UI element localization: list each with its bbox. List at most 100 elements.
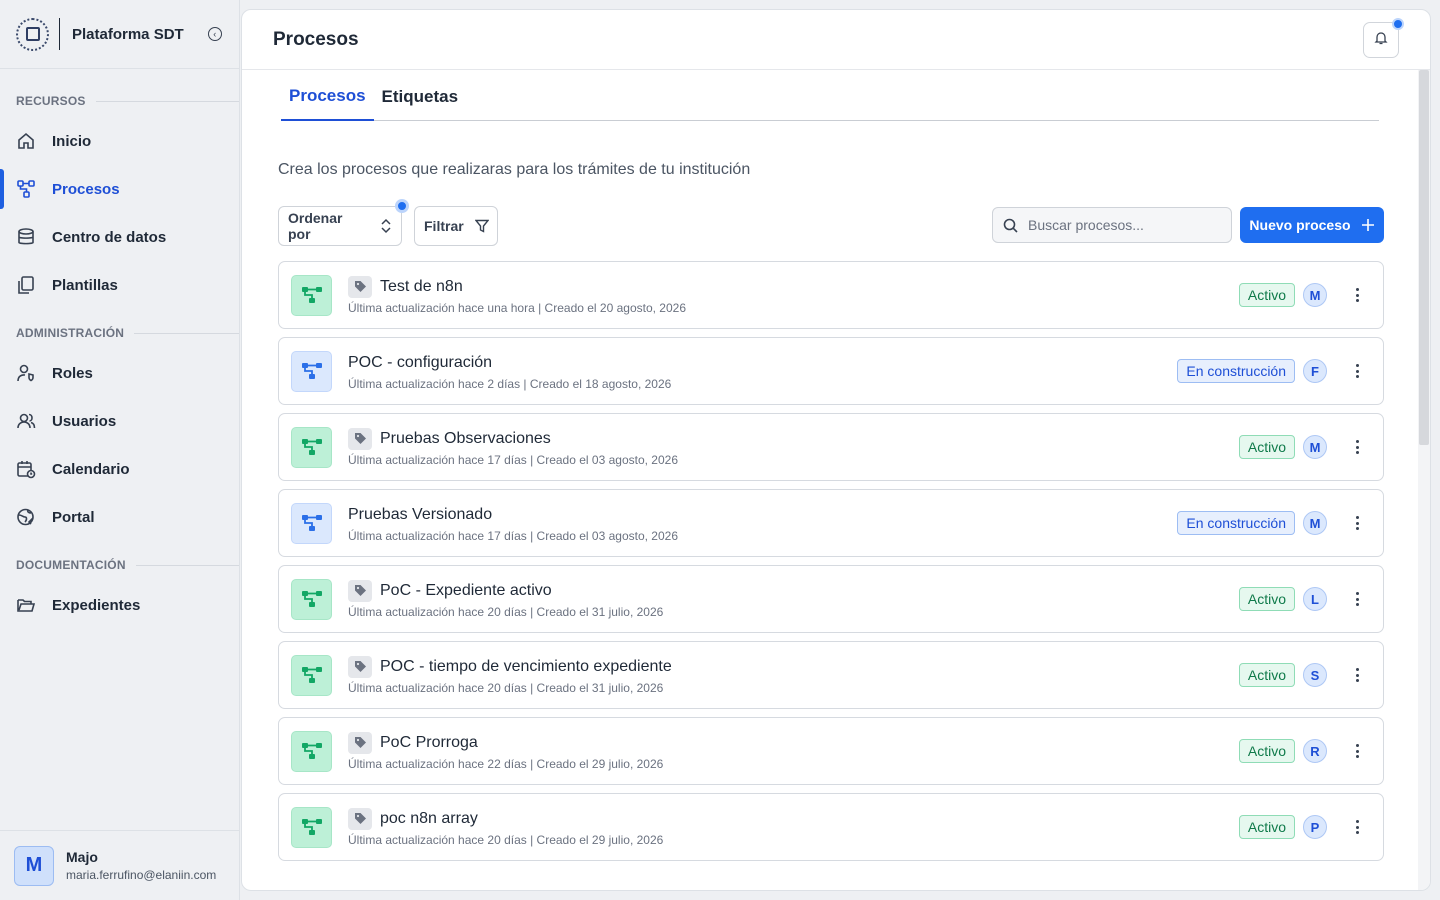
process-actions: En construcción F: [1177, 359, 1363, 383]
tag-icon[interactable]: [348, 655, 372, 678]
tabs: Procesos Etiquetas: [281, 70, 1379, 121]
scrollbar[interactable]: [1418, 70, 1430, 890]
filter-button[interactable]: Filtrar: [414, 206, 498, 246]
process-actions: Activo M: [1238, 435, 1363, 459]
process-meta: Última actualización hace 17 días | Crea…: [348, 452, 678, 467]
globe-icon: [16, 507, 36, 527]
owner-avatar: M: [1303, 435, 1327, 459]
more-options-icon[interactable]: [1351, 438, 1363, 456]
process-meta: Última actualización hace 20 días | Crea…: [348, 832, 664, 847]
users-icon: [16, 411, 36, 431]
status-badge: Activo: [1238, 739, 1295, 763]
notifications-button[interactable]: [1363, 18, 1404, 58]
status-badge: Activo: [1238, 435, 1295, 459]
home-icon: [16, 131, 36, 151]
process-actions: Activo P: [1238, 815, 1363, 839]
sidebar-item-plantillas[interactable]: Plantillas: [0, 261, 239, 309]
process-title[interactable]: POC - configuración: [348, 354, 492, 372]
status-badge: En construcción: [1177, 511, 1295, 535]
process-meta: Última actualización hace 17 días | Crea…: [348, 528, 678, 543]
bell-icon: [1374, 31, 1388, 50]
templates-icon: [16, 275, 36, 295]
sidebar-item-procesos[interactable]: Procesos: [0, 165, 239, 213]
sidebar-item-label: Portal: [52, 508, 95, 526]
new-process-label: Nuevo proceso: [1249, 217, 1351, 233]
process-title[interactable]: PoC - Expediente activo: [380, 582, 552, 600]
owner-avatar: R: [1303, 739, 1327, 763]
sidebar-item-label: Calendario: [52, 460, 130, 478]
process-card[interactable]: Test de n8n Última actualización hace un…: [278, 261, 1384, 329]
sidebar-item-expedientes[interactable]: Expedientes: [0, 581, 239, 629]
tag-icon[interactable]: [348, 579, 372, 602]
process-card[interactable]: poc n8n array Última actualización hace …: [278, 793, 1384, 861]
collapse-sidebar-icon[interactable]: ‹: [207, 27, 222, 41]
tag-icon[interactable]: [348, 731, 372, 754]
more-options-icon[interactable]: [1351, 742, 1363, 760]
user-profile[interactable]: M Majo maria.ferrufino@elaniin.com: [0, 830, 240, 900]
sidebar-item-centro-de-datos[interactable]: Centro de datos: [0, 213, 239, 261]
tag-icon[interactable]: [348, 427, 372, 450]
user-name: Majo: [66, 849, 98, 865]
sidebar-item-label: Procesos: [52, 180, 120, 198]
process-title[interactable]: Pruebas Observaciones: [380, 430, 551, 448]
tab-etiquetas[interactable]: Etiquetas: [374, 87, 467, 120]
sidebar-item-label: Usuarios: [52, 412, 117, 430]
process-actions: Activo L: [1238, 587, 1363, 611]
process-title[interactable]: Test de n8n: [380, 278, 463, 296]
database-icon: [16, 227, 36, 247]
more-options-icon[interactable]: [1351, 666, 1363, 684]
process-title[interactable]: poc n8n array: [380, 810, 478, 828]
process-title-row: Test de n8n: [348, 275, 1239, 298]
scrollbar-thumb[interactable]: [1419, 70, 1429, 445]
more-options-icon[interactable]: [1351, 514, 1363, 532]
process-card[interactable]: Pruebas Versionado Última actualización …: [278, 489, 1384, 557]
more-options-icon[interactable]: [1351, 590, 1363, 608]
sidebar-item-calendario[interactable]: Calendario: [0, 445, 239, 493]
process-card[interactable]: PoC - Expediente activo Última actualiza…: [278, 565, 1384, 633]
topbar: Procesos: [242, 10, 1430, 70]
tag-icon[interactable]: [348, 275, 372, 298]
process-meta: Última actualización hace 20 días | Crea…: [348, 680, 664, 695]
more-options-icon[interactable]: [1351, 362, 1363, 380]
more-options-icon[interactable]: [1351, 818, 1363, 836]
process-title[interactable]: PoC Prorroga: [380, 734, 478, 752]
process-actions: Activo M: [1238, 283, 1363, 307]
sort-button[interactable]: Ordenar por: [278, 199, 409, 246]
sidebar-item-roles[interactable]: Roles: [0, 349, 239, 397]
process-card[interactable]: PoC Prorroga Última actualización hace 2…: [278, 717, 1384, 785]
process-info: POC - tiempo de vencimiento expediente Ú…: [348, 655, 1239, 695]
status-badge: Activo: [1238, 663, 1295, 687]
tab-procesos[interactable]: Procesos: [281, 86, 374, 121]
process-actions: En construcción M: [1177, 511, 1363, 535]
status-badge: En construcción: [1177, 359, 1295, 383]
brand-name: Plataforma SDT: [72, 25, 184, 43]
tag-icon[interactable]: [348, 807, 372, 830]
owner-avatar: M: [1303, 511, 1327, 535]
process-card[interactable]: POC - configuración Última actualización…: [278, 337, 1384, 405]
sidebar-item-label: Expedientes: [52, 596, 141, 614]
user-shield-icon: [16, 363, 36, 383]
new-process-button[interactable]: Nuevo proceso: [1240, 207, 1384, 243]
process-meta: Última actualización hace 22 días | Crea…: [348, 756, 664, 771]
section-recursos: RECURSOS: [0, 93, 239, 109]
status-badge: Activo: [1238, 587, 1295, 611]
section-documentacion: DOCUMENTACIÓN: [0, 557, 239, 573]
owner-avatar: F: [1303, 359, 1327, 383]
process-card[interactable]: Pruebas Observaciones Última actualizaci…: [278, 413, 1384, 481]
process-title-row: PoC Prorroga: [348, 731, 1239, 754]
sidebar-item-inicio[interactable]: Inicio: [0, 117, 239, 165]
search-input[interactable]: [1028, 217, 1218, 233]
sort-active-indicator: [395, 199, 409, 213]
owner-avatar: S: [1303, 663, 1327, 687]
more-options-icon[interactable]: [1351, 286, 1363, 304]
sidebar-item-label: Roles: [52, 364, 93, 382]
process-card[interactable]: POC - tiempo de vencimiento expediente Ú…: [278, 641, 1384, 709]
process-title-row: poc n8n array: [348, 807, 1239, 830]
notification-dot: [1392, 18, 1404, 30]
process-title[interactable]: Pruebas Versionado: [348, 506, 492, 524]
brand-divider: [59, 18, 60, 50]
process-title[interactable]: POC - tiempo de vencimiento expediente: [380, 658, 672, 676]
sidebar-item-portal[interactable]: Portal: [0, 493, 239, 541]
process-meta: Última actualización hace una hora | Cre…: [348, 300, 686, 315]
sidebar-item-usuarios[interactable]: Usuarios: [0, 397, 239, 445]
